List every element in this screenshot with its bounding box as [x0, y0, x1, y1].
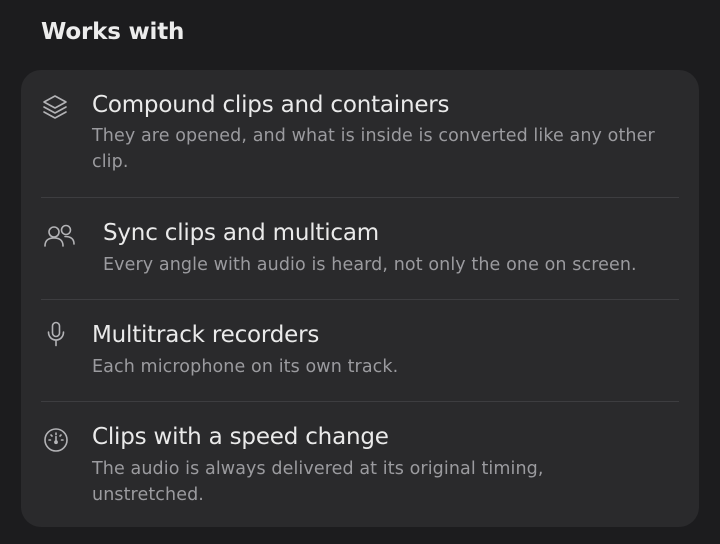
- layers-icon: [41, 93, 69, 121]
- people-icon: [43, 222, 77, 250]
- list-item-multitrack: Multitrack recorders Each microphone on …: [21, 300, 699, 401]
- microphone-icon: [42, 320, 70, 348]
- list-item-compound-clips: Compound clips and containers They are o…: [21, 70, 699, 198]
- item-description: They are opened, and what is inside is c…: [92, 126, 655, 172]
- item-title: Sync clips and multicam: [103, 220, 379, 246]
- item-description: The audio is always delivered at its ori…: [92, 459, 544, 505]
- item-description: Every angle with audio is heard, not onl…: [103, 255, 637, 275]
- item-title: Multitrack recorders: [92, 322, 320, 348]
- list-item-sync-clips: Sync clips and multicam Every angle with…: [21, 198, 699, 299]
- speedometer-icon: [42, 426, 70, 454]
- item-title: Compound clips and containers: [92, 92, 450, 118]
- item-description: Each microphone on its own track.: [92, 357, 399, 377]
- features-card: Compound clips and containers They are o…: [21, 70, 699, 527]
- item-title: Clips with a speed change: [92, 424, 389, 450]
- list-item-speed-change: Clips with a speed change The audio is a…: [21, 402, 699, 527]
- section-title: Works with: [41, 19, 185, 45]
